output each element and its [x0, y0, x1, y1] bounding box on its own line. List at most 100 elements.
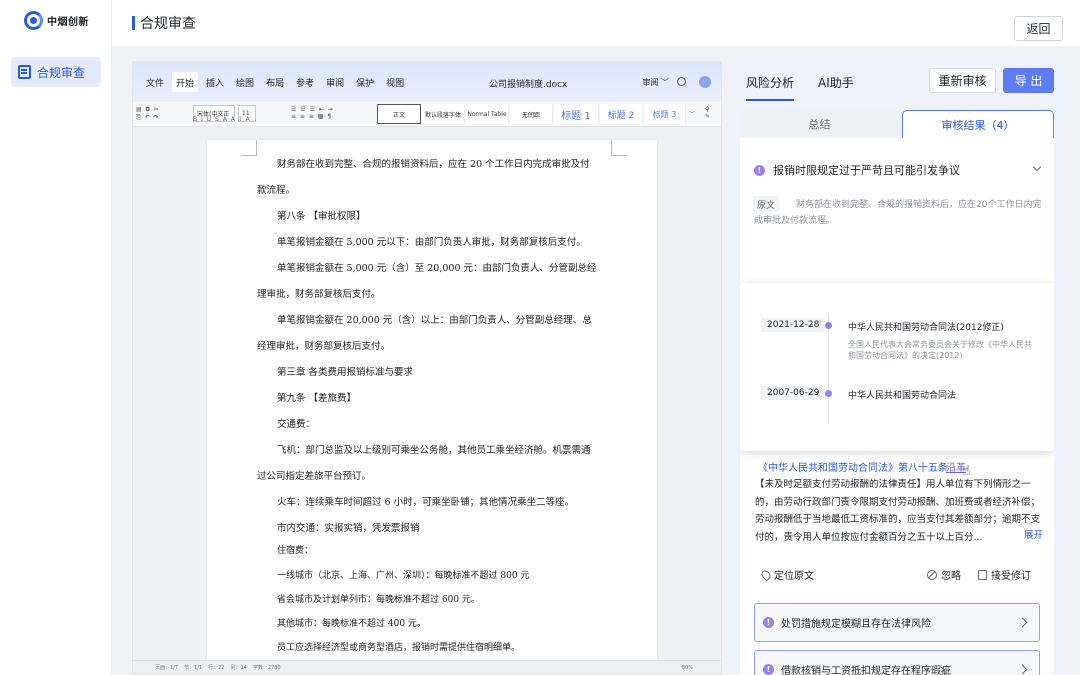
- tab-risk-analysis[interactable]: 风险分析: [746, 74, 795, 101]
- issue-header[interactable]: ! 报销时限规定过于严苛且可能引发争议: [754, 162, 960, 178]
- sidebar-item-label: 合规审查: [37, 65, 86, 80]
- chevron-right-icon: [1017, 617, 1028, 628]
- style-default-paragraph[interactable]: 默认段落字体: [422, 104, 465, 124]
- law-reference-link[interactable]: 《中华人民共和国劳动合同法》第八十五条: [758, 459, 948, 474]
- issue-card[interactable]: ! 处罚措施规定模糊且存在法律风险: [754, 603, 1040, 642]
- accept-label: 接受修订: [991, 571, 1031, 582]
- ignore-icon: [927, 569, 937, 580]
- doc-line[interactable]: 一线城市（北京、上海、广州、深圳）：每晚标准不超过 800 元: [277, 568, 529, 581]
- timeline-title[interactable]: 中华人民共和国劳动合同法: [848, 388, 956, 401]
- accept-revision-button[interactable]: 接受修订: [978, 567, 1031, 582]
- logo-text: 中烟创新: [47, 17, 89, 28]
- doc-line[interactable]: 第三章 各类费用报销标准与要求: [277, 364, 413, 378]
- doc-line[interactable]: 省会城市及计划单列市：每晚标准不超过 600 元。: [277, 592, 480, 605]
- chevron-down-icon[interactable]: [1032, 162, 1042, 172]
- expand-link[interactable]: 展开: [1022, 527, 1044, 541]
- doc-line[interactable]: 飞机：部门总监及以上级别可乘坐公务舱，其他员工乘坐经济舱。机票需通: [277, 442, 591, 456]
- menu-layout[interactable]: 布局: [266, 72, 284, 92]
- menu-protect[interactable]: 保护: [356, 72, 374, 92]
- menu-home[interactable]: 开始: [172, 72, 199, 92]
- doc-line[interactable]: 单笔报销金额在 5,000 元以下：由部门负责人审批，财务部复核后支付。: [277, 234, 586, 248]
- page-margin-marker: [611, 140, 627, 156]
- styles-expand-icon[interactable]: ﹀: [689, 109, 696, 118]
- editor-menu-bar: 文件 开始 插入 绘图 布局 参考 审阅 保护 视图 公司报销制度.docx 审…: [133, 62, 721, 102]
- logo-icon: [24, 11, 43, 30]
- doc-line[interactable]: 第九条 【差旅费】: [277, 390, 356, 404]
- panel-tabs: 风险分析 AI助手: [746, 74, 854, 101]
- doc-line[interactable]: 第八条 【审批权限】: [277, 208, 366, 222]
- doc-line[interactable]: 交通费：: [277, 416, 315, 430]
- status-section: 节：1/1: [184, 665, 203, 671]
- doc-line[interactable]: 财务部在收到完整、合规的报销资料后，应在 20 个工作日内完成审批及付: [277, 156, 590, 170]
- segment-control: 总结 审核结果（4）: [740, 109, 1054, 138]
- issue-card[interactable]: ! 借款核销与工资抵扣规定存在程序瑕疵: [754, 650, 1040, 675]
- law-history-popover: 2021-12-28 中华人民共和国劳动合同法(2012修正) 全国人民代表大会…: [740, 283, 1054, 451]
- back-button[interactable]: 返回: [1014, 16, 1063, 41]
- segment-summary[interactable]: 总结: [740, 109, 899, 138]
- timeline-dot: [825, 390, 832, 397]
- doc-line[interactable]: 过公司指定差旅平台预订。: [257, 468, 371, 482]
- recheck-button[interactable]: 重新审核: [929, 68, 996, 93]
- clipboard-icon[interactable]: ▤ ⧉ ✂ ⎘ ↶ ↷: [136, 106, 160, 122]
- menu-view[interactable]: 视图: [386, 72, 404, 92]
- doc-line[interactable]: 火车：连续乘车时间超过 6 小时，可乘坐卧铺；其他情况乘坐二等座。: [277, 494, 574, 508]
- sidebar-item-compliance-review[interactable]: 合规审查: [11, 57, 101, 87]
- issue-title: 报销时限规定过于严苛且可能引发争议: [773, 164, 960, 177]
- doc-line[interactable]: 员工应选择经济型或商务型酒店，报销时需提供住宿明细单。: [277, 640, 520, 653]
- style-heading-3[interactable]: 标题 3: [644, 104, 686, 124]
- location-pin-icon: [759, 568, 773, 581]
- style-heading-2[interactable]: 标题 2: [600, 104, 643, 124]
- style-no-spacing[interactable]: 无间距: [510, 104, 553, 124]
- locate-original-button[interactable]: 定位原文: [759, 567, 814, 582]
- doc-line[interactable]: 款流程。: [257, 182, 295, 196]
- doc-line[interactable]: 单笔报销金额在 20,000 元（含）以上：由部门负责人、分管副总经理、总: [277, 312, 592, 326]
- timeline-date: 2021-12-28: [761, 318, 826, 332]
- doc-line[interactable]: 经理审批，财务部复核后支付。: [257, 338, 390, 352]
- ignore-label: 忽略: [941, 571, 961, 582]
- review-panel: 风险分析 AI助手 重新审核 导 出 总结 审核结果（4） ! 报销时限规定过于…: [731, 60, 1065, 675]
- ignore-button[interactable]: 忽略: [927, 567, 961, 582]
- warning-icon: !: [754, 164, 765, 176]
- review-mode-dropdown[interactable]: 审阅 ﹀: [642, 77, 669, 88]
- segment-results[interactable]: 审核结果（4）: [902, 110, 1054, 138]
- doc-line[interactable]: 住宿费：: [277, 543, 313, 556]
- document-editor: 文件 开始 插入 绘图 布局 参考 审阅 保护 视图 公司报销制度.docx 审…: [132, 61, 722, 675]
- sidebar: 中烟创新 合规审查: [0, 0, 112, 675]
- style-normal[interactable]: 正文: [377, 104, 421, 124]
- status-col: 列：14: [230, 665, 247, 671]
- search-icon[interactable]: [677, 77, 686, 86]
- issue-card-title: 借款核销与工资抵扣规定存在程序瑕疵: [781, 666, 951, 675]
- menu-review[interactable]: 审阅: [326, 72, 344, 92]
- timeline-date: 2007-06-29: [761, 386, 826, 400]
- timeline-title[interactable]: 中华人民共和国劳动合同法(2012修正): [848, 320, 1004, 333]
- doc-line[interactable]: 市内交通：实报实销，凭发票报销: [277, 520, 420, 534]
- menu-file[interactable]: 文件: [146, 72, 164, 92]
- paragraph-format-icons[interactable]: ☰ ☰ ☰ ⇤ ⇥ ≡ ≡ ≡ ▦ ¶: [291, 106, 334, 120]
- editor-status-bar: 页面：1/7 节：1/1 行：22 列：14 字数：2730 80%: [133, 660, 721, 674]
- menu-insert[interactable]: 插入: [206, 72, 224, 92]
- menu-draw[interactable]: 绘图: [236, 72, 254, 92]
- app-logo: 中烟创新: [24, 11, 89, 30]
- editing-icons[interactable]: ⚲ ✎: [705, 106, 711, 120]
- doc-line[interactable]: 单笔报销金额在 5,000 元（含）至 20,000 元：由部门负责人、分管副总…: [277, 260, 597, 274]
- doc-line[interactable]: 理审批，财务部复核后支付。: [257, 286, 381, 300]
- style-heading-1[interactable]: 标题 1: [554, 104, 599, 124]
- tab-ai-assistant[interactable]: AI助手: [818, 74, 854, 91]
- status-words: 字数：2730: [252, 665, 281, 671]
- document-name: 公司报销制度.docx: [489, 80, 568, 90]
- page-title: 合规审查: [140, 16, 196, 32]
- original-text: 财务部在收到完整、合规的报销资料后，应在20个工作日内完成审批及付款流程。: [754, 200, 1042, 226]
- export-button[interactable]: 导 出: [1003, 68, 1054, 93]
- document-page: 财务部在收到完整、合规的报销资料后，应在 20 个工作日内完成审批及付 款流程。…: [207, 140, 657, 660]
- document-icon: [978, 569, 987, 580]
- status-row: 行：22: [208, 665, 225, 671]
- doc-line[interactable]: 其他城市：每晚标准不超过 400 元。: [277, 616, 426, 629]
- user-avatar-icon[interactable]: [699, 76, 711, 88]
- zoom-level[interactable]: 80%: [682, 665, 721, 671]
- warning-icon: !: [763, 664, 774, 675]
- document-check-icon: [18, 65, 31, 79]
- style-normal-table[interactable]: Normal Table: [466, 104, 509, 124]
- text-format-icons[interactable]: B I U S A A ⌇ A: [193, 116, 251, 123]
- menu-references[interactable]: 参考: [296, 72, 314, 92]
- chevron-right-icon: [1017, 664, 1028, 675]
